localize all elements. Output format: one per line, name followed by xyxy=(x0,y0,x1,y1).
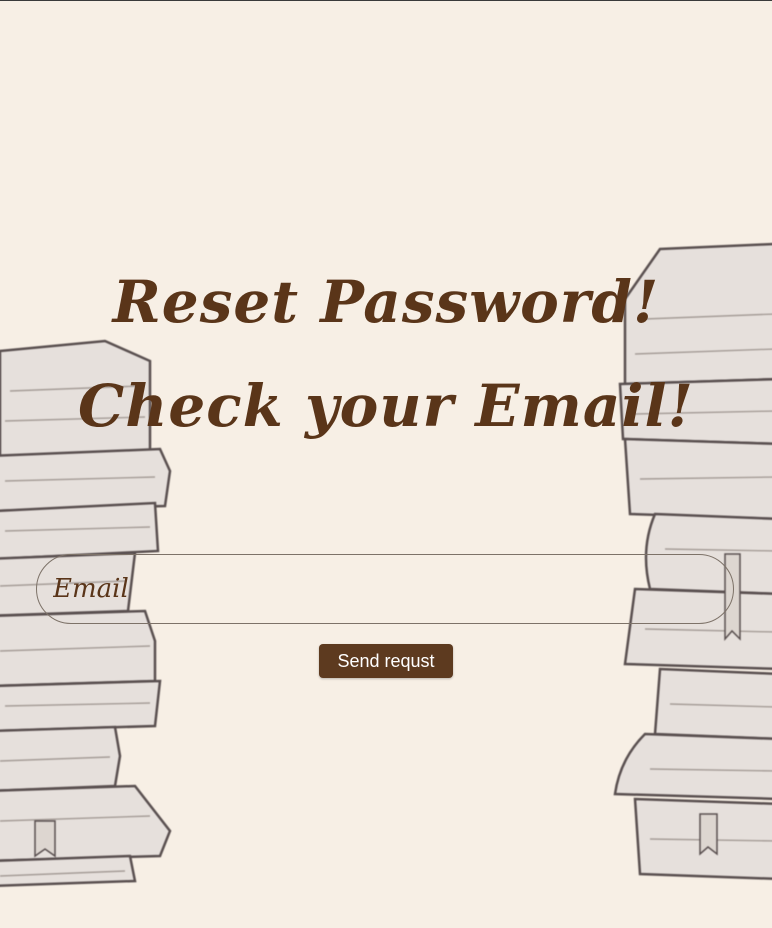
email-field[interactable] xyxy=(36,554,734,624)
send-request-button[interactable]: Send requst xyxy=(319,644,453,678)
reset-password-page: Reset Password! Check your Email! Send r… xyxy=(0,0,772,928)
page-title: Reset Password! xyxy=(112,268,660,336)
page-subtitle: Check your Email! xyxy=(78,372,694,440)
